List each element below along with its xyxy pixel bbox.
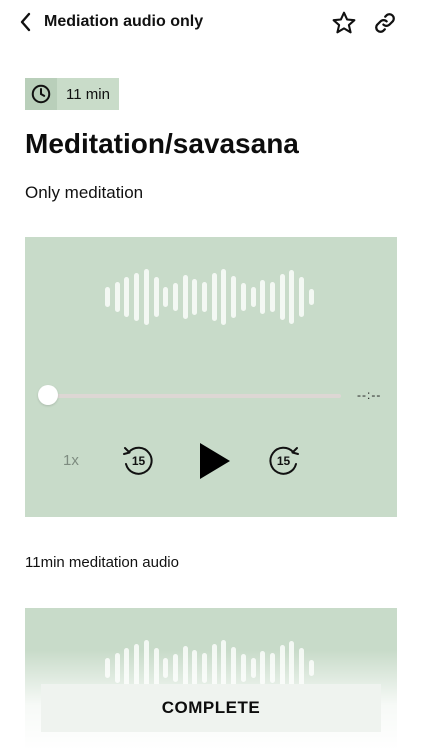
clock-icon: [25, 78, 57, 110]
page-title: Meditation/savasana: [25, 128, 299, 159]
seek-track[interactable]: [49, 394, 341, 398]
forward-seconds: 15: [277, 454, 291, 468]
waveform-bar: [124, 277, 130, 317]
duration-badge: 11 min: [25, 78, 119, 110]
waveform-bar: [260, 280, 266, 314]
duration-label: 11 min: [66, 86, 110, 103]
waveform-bar: [172, 283, 178, 311]
waveform-bar: [211, 273, 217, 321]
time-readout: --:--: [357, 388, 382, 402]
waveform-bar: [308, 289, 314, 305]
audio-caption: 11min meditation audio: [25, 554, 179, 571]
rewind-icon: 15: [123, 446, 153, 475]
seek-thumb[interactable]: [38, 385, 58, 405]
waveform-bar: [250, 287, 256, 307]
waveform-bar: [289, 270, 295, 324]
waveform-bar: [269, 282, 275, 312]
waveform-bar: [202, 282, 207, 312]
page-subtitle: Only meditation: [25, 183, 144, 202]
audio-player: --:-- 1x 15 15: [25, 237, 397, 517]
rewind-seconds: 15: [132, 454, 146, 468]
waveform-bar: [143, 269, 149, 325]
waveform-bar: [299, 277, 304, 317]
waveform-bar: [182, 275, 188, 319]
star-icon[interactable]: [331, 10, 357, 36]
rewind-15-button[interactable]: 15: [121, 443, 155, 477]
page-header-title: Mediation audio only: [44, 13, 204, 30]
waveform-bar: [105, 287, 110, 307]
waveform-bar: [163, 287, 169, 307]
waveform-bar: [153, 277, 159, 317]
play-icon: [200, 443, 230, 479]
playback-speed-button[interactable]: 1x: [63, 452, 79, 469]
waveform-bar: [231, 276, 237, 318]
waveform-bar: [192, 279, 198, 315]
chevron-left-icon[interactable]: [14, 10, 38, 34]
waveform-bar: [279, 274, 285, 320]
waveform-bar: [240, 283, 246, 311]
waveform-bar: [221, 269, 227, 325]
forward-icon: 15: [269, 446, 299, 475]
complete-button[interactable]: COMPLETE: [41, 684, 381, 732]
waveform-bar: [134, 273, 140, 321]
waveform-bar: [114, 282, 120, 312]
forward-15-button[interactable]: 15: [267, 443, 301, 477]
play-button[interactable]: [197, 441, 233, 481]
waveform: [105, 267, 317, 327]
link-icon[interactable]: [372, 10, 398, 36]
top-bar: Mediation audio only: [0, 0, 422, 46]
